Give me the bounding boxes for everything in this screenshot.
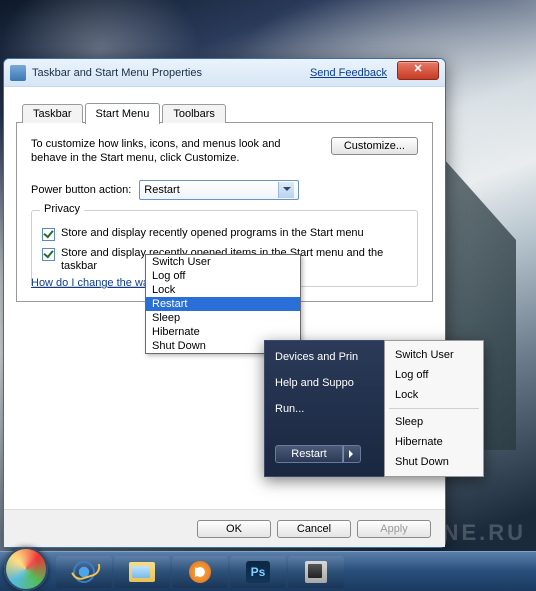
close-button[interactable]: ✕ xyxy=(397,61,439,80)
window-icon xyxy=(10,65,26,81)
power-button-action-label: Power button action: xyxy=(31,184,131,196)
dialog-footer: OK Cancel Apply xyxy=(4,509,445,547)
option-switch-user[interactable]: Switch User xyxy=(146,255,300,269)
explorer-icon xyxy=(129,562,155,582)
start-item-run[interactable]: Run... xyxy=(275,403,376,415)
power-button-action-combo[interactable]: Restart xyxy=(139,180,299,200)
power-submenu: Switch User Log off Lock Sleep Hibernate… xyxy=(384,340,484,477)
taskbar-explorer[interactable] xyxy=(114,556,170,588)
taskbar-ie[interactable] xyxy=(56,556,112,588)
submenu-switch-user[interactable]: Switch User xyxy=(385,345,483,365)
checkbox-label: Store and display recently opened progra… xyxy=(61,227,364,241)
option-sleep[interactable]: Sleep xyxy=(146,311,300,325)
taskbar-media-player[interactable] xyxy=(172,556,228,588)
media-player-icon xyxy=(189,561,211,583)
ok-button[interactable]: OK xyxy=(197,520,271,538)
taskbar: Ps xyxy=(0,551,536,591)
customize-button[interactable]: Customize... xyxy=(331,137,418,155)
start-menu-power-popup: Devices and Prin Help and Suppo Run... R… xyxy=(264,340,484,477)
submenu-log-off[interactable]: Log off xyxy=(385,365,483,385)
menu-separator xyxy=(389,408,479,409)
tab-taskbar[interactable]: Taskbar xyxy=(22,104,83,123)
apply-button[interactable]: Apply xyxy=(357,520,431,538)
privacy-check-programs[interactable]: Store and display recently opened progra… xyxy=(42,227,407,241)
tab-start-menu[interactable]: Start Menu xyxy=(85,103,161,124)
cancel-button[interactable]: Cancel xyxy=(277,520,351,538)
combo-value: Restart xyxy=(144,184,278,196)
photoshop-icon: Ps xyxy=(246,561,270,583)
submenu-sleep[interactable]: Sleep xyxy=(385,412,483,432)
checkbox-icon xyxy=(42,248,55,261)
privacy-legend: Privacy xyxy=(40,203,84,215)
power-options-dropdown: Switch User Log off Lock Restart Sleep H… xyxy=(145,254,301,354)
chevron-down-icon xyxy=(278,182,294,198)
submenu-shut-down[interactable]: Shut Down xyxy=(385,452,483,472)
send-feedback-link[interactable]: Send Feedback xyxy=(310,67,387,79)
start-item-help[interactable]: Help and Suppo xyxy=(275,377,376,389)
tabstrip: Taskbar Start Menu Toolbars xyxy=(16,101,433,123)
submenu-hibernate[interactable]: Hibernate xyxy=(385,432,483,452)
titlebar: Taskbar and Start Menu Properties Send F… xyxy=(4,59,445,87)
start-button[interactable] xyxy=(4,547,48,591)
power-button-arrow[interactable] xyxy=(343,445,361,463)
server-icon xyxy=(305,561,327,583)
taskbar-photoshop[interactable]: Ps xyxy=(230,556,286,588)
start-item-devices[interactable]: Devices and Prin xyxy=(275,351,376,363)
start-menu-right-panel: Devices and Prin Help and Suppo Run... R… xyxy=(264,340,384,477)
checkbox-icon xyxy=(42,228,55,241)
window-title: Taskbar and Start Menu Properties xyxy=(32,67,310,79)
option-log-off[interactable]: Log off xyxy=(146,269,300,283)
taskbar-server-manager[interactable] xyxy=(288,556,344,588)
option-restart[interactable]: Restart xyxy=(146,297,300,311)
power-button-main[interactable]: Restart xyxy=(275,445,343,463)
option-lock[interactable]: Lock xyxy=(146,283,300,297)
option-hibernate[interactable]: Hibernate xyxy=(146,325,300,339)
submenu-lock[interactable]: Lock xyxy=(385,385,483,405)
ie-icon xyxy=(73,561,95,583)
description-text: To customize how links, icons, and menus… xyxy=(31,137,319,166)
tab-toolbars[interactable]: Toolbars xyxy=(162,104,226,123)
